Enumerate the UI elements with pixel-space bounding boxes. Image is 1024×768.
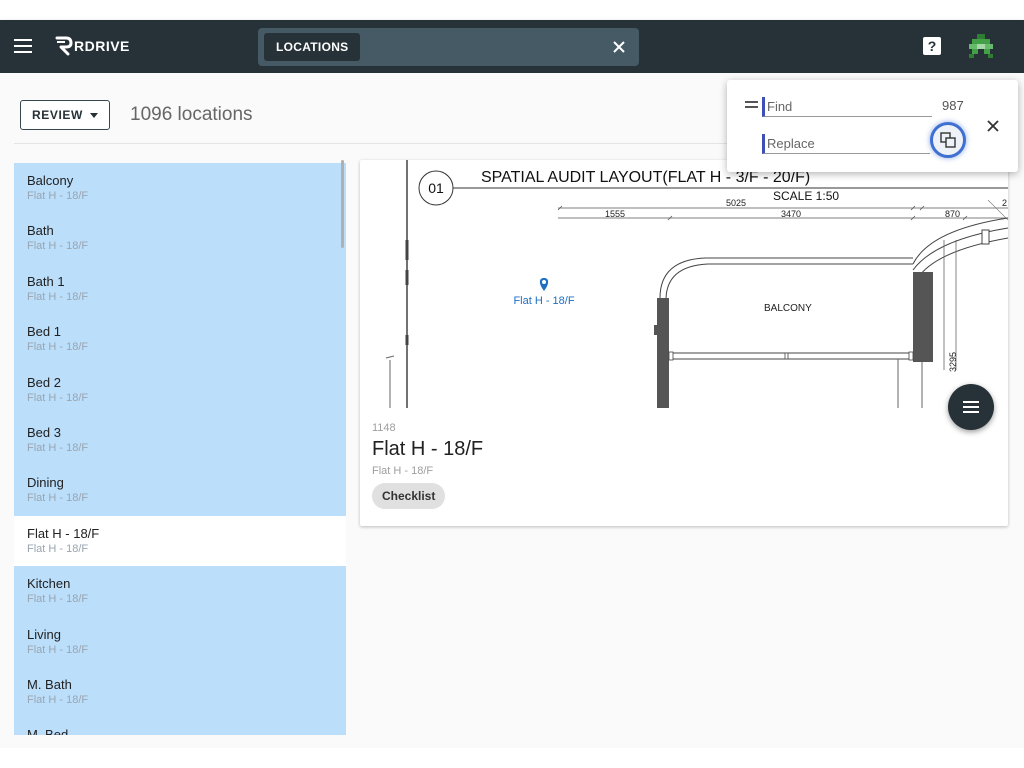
list-item-title: Bed 1 [27,324,61,340]
plan-scale: SCALE 1:50 [773,189,839,203]
drag-handle-icon[interactable] [745,101,758,109]
location-list-item[interactable]: Dining Flat H - 18/F [14,465,346,516]
list-item-title: Living [27,626,61,642]
list-item-title: Dining [27,475,64,491]
checklist-chip[interactable]: Checklist [372,483,446,509]
location-search-field[interactable]: LOCATIONS [258,28,639,66]
location-count: 1096 locations [130,104,253,125]
location-subtitle: Flat H - 18/F [372,465,434,477]
location-list-item[interactable]: M. BedFlat H - 18/F [14,717,346,735]
list-item-subtitle: Flat H - 18/F [27,441,89,454]
location-list-item[interactable]: Bath 1 Flat H - 18/F [14,263,346,315]
dimension-870: 870 [945,209,960,219]
location-list-item[interactable]: Living Flat H - 18/F [14,616,346,667]
find-replace-panel: 987 [727,80,1018,172]
help-icon[interactable]: ? [923,37,941,55]
wall-block-left [654,325,660,335]
balcony-outline [665,263,913,408]
floor-plan-drawing[interactable]: 01 SPATIAL AUDIT LAYOUT(FLAT H - 3/F - 2… [360,160,1008,408]
app-window: RDRIVE LOCATIONS ? REVIEW 1096 locations [0,0,1024,768]
list-item-subtitle: Flat H - 18/F [27,391,89,404]
location-list-item[interactable]: Bed 3 Flat H - 18/F [14,414,346,466]
list-item-subtitle: Flat H - 18/F [27,643,89,656]
location-title: Flat H - 18/F [372,438,484,460]
location-pin-icon[interactable] [539,278,549,291]
review-label: REVIEW [32,108,83,122]
location-detail-card[interactable]: 01 SPATIAL AUDIT LAYOUT(FLAT H - 3/F - 2… [360,160,1008,526]
rail-post [908,351,914,361]
match-count: 987 [942,98,964,113]
list-item-subtitle: Flat H - 18/F [27,341,89,354]
list-item-subtitle: Flat H - 18/F [27,593,89,606]
location-list-item[interactable]: Bed 1 Flat H - 18/F [14,314,346,365]
dimension-5025: 5025 [726,198,746,208]
list-item-subtitle: Flat H - 18/F [27,190,89,202]
clear-icon[interactable] [609,37,629,57]
wall-block-left [657,298,669,408]
main-content: REVIEW 1096 locations Balcony Flat H - 18… [0,73,1024,748]
hamburger-menu-icon[interactable] [14,39,32,53]
find-input[interactable] [762,97,932,117]
location-list[interactable]: Balcony Flat H - 18/F Bath Flat H - 18/F Bat… [14,163,346,735]
location-id: 1148 [372,422,396,434]
app-logo: RDRIVE [55,36,130,56]
dimension-2: 2 [1002,198,1007,208]
list-item-subtitle: Flat H - 18/F [27,492,89,505]
list-item-title: Kitchen [27,576,71,592]
bottom-edge [0,748,1024,768]
location-list-item[interactable]: Kitchen Flat H - 18/F [14,566,346,617]
rail-post [784,352,789,360]
section-marker-number: 01 [428,180,444,196]
location-list-item[interactable]: M. Bath Flat H - 18/F [14,666,346,718]
close-icon[interactable] [985,118,1001,134]
list-item-subtitle: Flat H - 18/F [27,240,89,253]
review-dropdown-button[interactable]: REVIEW [20,100,110,130]
balcony-room-label: BALCONY [764,303,812,314]
list-item-title: Balcony [27,173,74,188]
list-item-subtitle: Flat H - 18/F [27,693,89,706]
list-item-title: M. Bed [27,727,69,735]
list-item-title: Bed 3 [27,424,61,440]
copy-replace-icon [940,132,956,148]
list-item-subtitle: Flat H - 18/F [27,290,89,303]
location-list-item[interactable]: Bed 2 Flat H - 18/F [14,364,346,415]
dimension-1555: 1555 [605,209,625,219]
logo-text: RDRIVE [74,38,130,54]
balcony-curve [919,237,1008,276]
location-list-item[interactable]: Flat H - 18/F Flat H - 18/F [14,515,346,567]
rdrive-logo-icon [55,36,73,56]
list-item-title: Bath 1 [27,273,65,289]
location-list-item[interactable]: Balcony Flat H - 18/F [14,163,346,214]
user-avatar-icon[interactable] [968,33,994,59]
dimension-3295: 3295 [948,352,958,372]
location-pin-dot [542,280,546,284]
list-item-title: Flat H - 18/F [27,525,100,541]
replace-input[interactable] [762,134,930,154]
replace-all-button[interactable] [930,122,966,158]
plan-line [385,355,395,359]
list-item-title: Bath [27,223,54,239]
balcony-outline [659,257,913,408]
location-list-item[interactable]: Bath Flat H - 18/F [14,213,346,264]
locations-chip[interactable]: LOCATIONS [264,33,361,61]
balcony-curve [912,227,1008,271]
top-app-bar: RDRIVE LOCATIONS ? [0,20,1024,73]
dimension-3470: 3470 [781,209,801,219]
fab-menu-button[interactable] [948,384,994,430]
rail-post [668,351,674,361]
list-item-title: Bed 2 [27,374,61,390]
list-item-title: M. Bath [27,676,72,692]
wall-block-right [913,272,933,362]
caret-down-icon [89,112,98,118]
pin-label[interactable]: Flat H - 18/F [513,295,574,307]
plan-element [981,229,990,245]
list-scrollbar[interactable] [341,160,344,248]
list-item-subtitle: Flat H - 18/F [27,542,89,555]
